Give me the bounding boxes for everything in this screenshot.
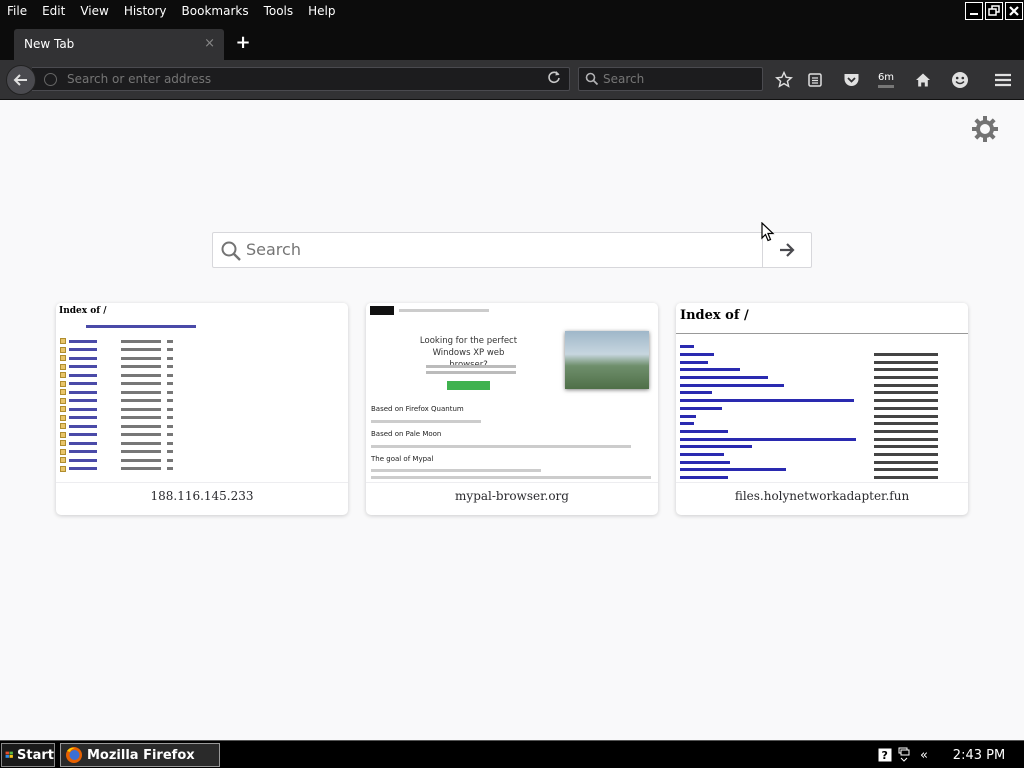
preview-listing (60, 337, 173, 473)
menu-edit[interactable]: Edit (35, 4, 73, 18)
preview-section: The goal of Mypal (371, 455, 434, 463)
preview-section: Based on Firefox Quantum (371, 405, 464, 413)
windows-logo-icon (5, 751, 13, 758)
toolbar-search-input[interactable] (603, 72, 753, 86)
timer-badge: 6m (877, 71, 895, 83)
preview-screenshot-image (565, 331, 649, 389)
minimize-button[interactable] (965, 2, 983, 20)
home-icon (916, 73, 930, 87)
restore-button[interactable] (985, 2, 1003, 20)
newtab-search-box[interactable] (212, 232, 812, 268)
taskbar: Start Mozilla Firefox ? « 2:43 PM (0, 740, 1024, 768)
reload-icon (548, 71, 560, 84)
library-button[interactable] (802, 67, 828, 93)
pocket-icon (844, 74, 858, 86)
url-bar[interactable] (32, 67, 570, 91)
top-site-label: files.holynetworkadapter.fun (734, 489, 910, 503)
pocket-button[interactable] (838, 67, 864, 93)
mouse-cursor-icon (761, 222, 775, 242)
menu-history[interactable]: History (117, 4, 175, 18)
home-button[interactable] (910, 67, 936, 93)
reload-button[interactable] (547, 70, 561, 88)
search-icon (221, 241, 241, 261)
url-input[interactable] (67, 72, 537, 86)
arrow-right-icon (780, 243, 795, 257)
preview-listing (680, 343, 938, 481)
back-arrow-icon (13, 74, 27, 86)
menu-bar: File Edit View History Bookmarks Tools H… (0, 0, 1024, 22)
bookmark-star-button[interactable] (771, 67, 797, 93)
top-site-preview: Index of / (56, 303, 348, 483)
menu-file[interactable]: File (0, 4, 35, 18)
restore-icon (988, 5, 1000, 16)
top-site-tile[interactable]: Index of / (676, 303, 968, 515)
window-controls (965, 2, 1023, 20)
firefox-logo-icon (66, 747, 82, 763)
preview-section: Based on Pale Moon (371, 430, 442, 438)
timer-bar-icon (878, 84, 894, 88)
minimize-icon (970, 13, 978, 15)
app-menu-button[interactable] (990, 67, 1016, 93)
menu-help[interactable]: Help (301, 4, 343, 18)
top-site-label: mypal-browser.org (455, 489, 569, 503)
customize-button[interactable] (970, 114, 1000, 144)
taskbar-item-label: Mozilla Firefox (87, 747, 195, 763)
taskbar-item-firefox[interactable]: Mozilla Firefox (60, 743, 220, 767)
network-icon[interactable] (898, 747, 910, 763)
smiley-icon (952, 72, 968, 88)
tray-expand-button[interactable]: « (920, 748, 928, 763)
system-tray: ? « 2:43 PM (878, 743, 1024, 767)
back-button[interactable] (6, 65, 36, 95)
top-site-tile[interactable]: Index of / (56, 303, 348, 515)
help-icon[interactable]: ? (878, 748, 892, 762)
star-icon (775, 71, 793, 88)
navigation-toolbar: 6m (0, 60, 1024, 100)
start-label: Start (17, 747, 54, 763)
newtab-search-input[interactable] (246, 240, 756, 259)
menu-bookmarks[interactable]: Bookmarks (175, 4, 257, 18)
feedback-button[interactable] (947, 67, 973, 93)
hamburger-menu-icon (995, 73, 1011, 87)
tab-title: New Tab (24, 37, 75, 51)
toolbar-search-box[interactable] (578, 67, 763, 91)
tab-new-tab[interactable]: New Tab × (14, 29, 224, 60)
timer-button[interactable]: 6m (873, 67, 899, 93)
taskbar-clock: 2:43 PM (952, 747, 1006, 763)
close-window-button[interactable] (1005, 2, 1023, 20)
top-site-label: 188.116.145.233 (150, 489, 254, 503)
top-site-tile[interactable]: Looking for the perfect Windows XP web b… (366, 303, 658, 515)
gear-icon (972, 116, 998, 142)
close-icon (1009, 6, 1019, 16)
preview-title: Index of / (680, 308, 749, 323)
top-sites: Index of / 188.116.145.233 Looking for t… (56, 303, 968, 515)
site-info-icon[interactable] (44, 73, 57, 86)
menu-view[interactable]: View (73, 4, 116, 18)
reader-list-icon (808, 73, 822, 87)
search-icon (585, 72, 599, 86)
preview-title: Index of / (59, 306, 107, 316)
top-site-preview: Index of / (676, 303, 968, 483)
new-tab-button[interactable]: + (234, 32, 252, 53)
firefox-window: File Edit View History Bookmarks Tools H… (0, 0, 1024, 740)
tab-strip: New Tab × + (0, 22, 1024, 60)
tab-close-button[interactable]: × (204, 36, 215, 51)
svg-text:?: ? (882, 749, 888, 762)
top-site-preview: Looking for the perfect Windows XP web b… (366, 303, 658, 483)
menu-tools[interactable]: Tools (257, 4, 302, 18)
start-button[interactable]: Start (1, 743, 55, 767)
